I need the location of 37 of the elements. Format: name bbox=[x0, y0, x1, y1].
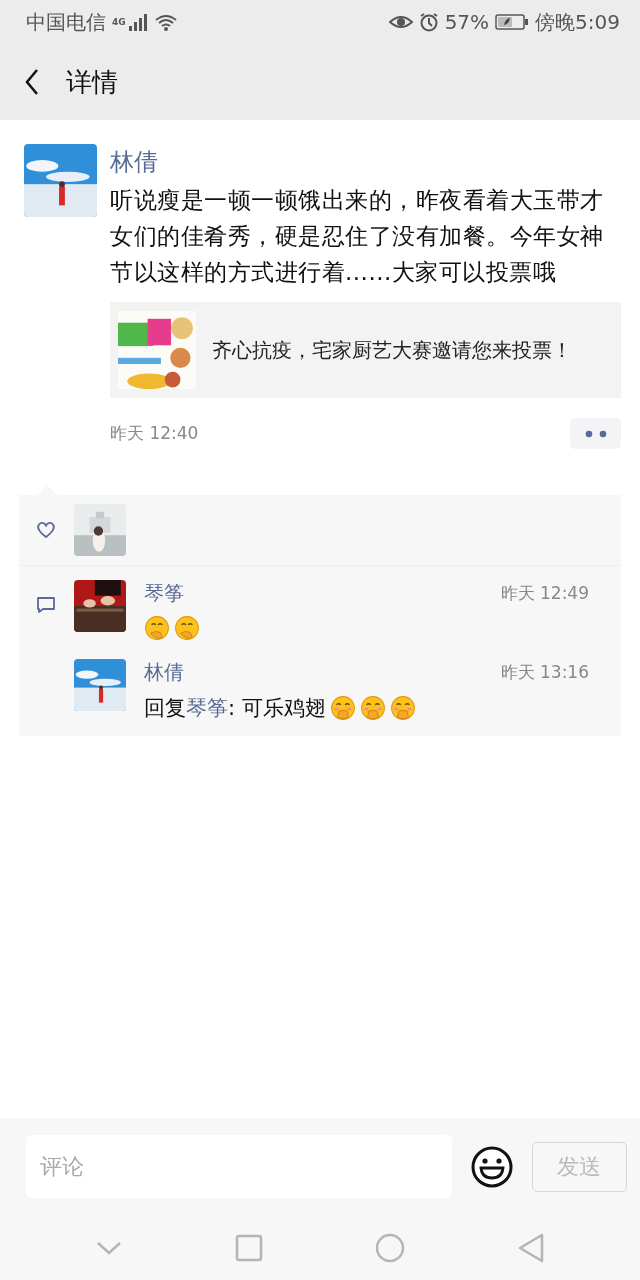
square-icon[interactable] bbox=[234, 1233, 263, 1262]
dots-icon bbox=[584, 429, 607, 438]
chevron-down-icon[interactable] bbox=[96, 1239, 123, 1256]
comment-time: 昨天 12:49 bbox=[500, 582, 589, 605]
thinking-face-icon bbox=[174, 615, 200, 641]
comment-text: 回复琴筝: 可乐鸡翅 bbox=[144, 695, 326, 722]
comment-icon bbox=[36, 596, 56, 614]
network-type: 4G bbox=[112, 16, 126, 27]
thinking-face-icon bbox=[144, 615, 170, 641]
giggling-face-icon bbox=[329, 695, 356, 721]
heart-icon bbox=[36, 521, 56, 539]
circle-icon[interactable] bbox=[375, 1232, 406, 1263]
battery-percent: 57% bbox=[444, 10, 490, 34]
comment-field[interactable]: 评论 bbox=[26, 1135, 452, 1198]
giggling-face-icon bbox=[389, 695, 416, 721]
commenter-name[interactable]: 林倩 bbox=[144, 659, 184, 686]
link-card[interactable]: 齐心抗疫，宅家厨艺大赛邀请您来投票！ bbox=[110, 302, 621, 398]
comment-time: 昨天 13:16 bbox=[500, 661, 589, 684]
clock-time: 傍晚5:09 bbox=[535, 8, 620, 36]
alarm-clock-icon bbox=[418, 12, 439, 32]
user-link[interactable]: 琴筝 bbox=[186, 696, 228, 720]
author-name[interactable]: 林倩 bbox=[110, 144, 621, 180]
battery-icon bbox=[495, 14, 530, 30]
eye-icon bbox=[388, 13, 413, 31]
link-title: 齐心抗疫，宅家厨艺大赛邀请您来投票！ bbox=[212, 337, 572, 364]
triangle-back-icon[interactable] bbox=[517, 1232, 544, 1263]
more-button[interactable] bbox=[570, 418, 621, 449]
commenter-name[interactable]: 琴筝 bbox=[144, 580, 184, 607]
giggling-face-icon bbox=[359, 695, 386, 721]
post-text: 听说瘦是一顿一顿饿出来的，昨夜看着大玉带才女们的佳肴秀，硬是忍住了没有加餐。今年女神节以这样的方式进行着......大家可以投票哦 bbox=[110, 186, 605, 287]
signal-icon bbox=[127, 13, 148, 31]
smiley-icon[interactable] bbox=[469, 1144, 514, 1189]
wifi-icon bbox=[153, 13, 178, 31]
carrier-name: 中国电信 bbox=[26, 8, 106, 36]
page-title: 详情 bbox=[66, 65, 118, 99]
back-icon[interactable] bbox=[24, 68, 40, 96]
post-time: 昨天 12:40 bbox=[110, 422, 199, 445]
